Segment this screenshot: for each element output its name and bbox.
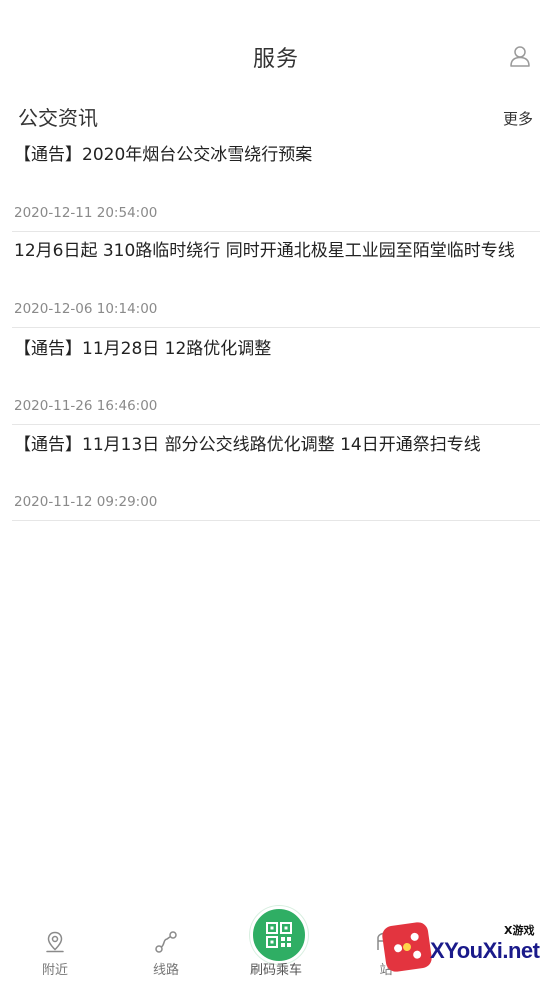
nav-label: 附近 xyxy=(41,963,68,978)
more-link[interactable]: 更多 xyxy=(503,108,533,129)
nav-item-routes[interactable]: 线路 xyxy=(126,930,206,978)
nav-item-nearby[interactable]: 附近 xyxy=(15,930,95,978)
app-header: 服务 xyxy=(0,0,552,100)
route-icon xyxy=(155,931,177,953)
qr-code-icon xyxy=(266,922,292,948)
news-item[interactable]: 【通告】2020年烟台公交冰雪绕行预案 2020-12-11 20:54:00 xyxy=(12,142,540,232)
page-title: 服务 xyxy=(252,47,299,72)
news-date: 2020-11-26 16:46:00 xyxy=(14,398,158,414)
news-date: 2020-11-12 09:29:00 xyxy=(14,494,158,510)
news-item[interactable]: 12月6日起 310路临时绕行 同时开通北极星工业园至陌堂临时专线 2020-1… xyxy=(12,238,540,328)
user-icon[interactable] xyxy=(508,44,532,68)
location-pin-icon xyxy=(46,931,64,953)
news-title: 【通告】2020年烟台公交冰雪绕行预案 xyxy=(14,145,313,165)
news-item[interactable]: 【通告】11月13日 部分公交线路优化调整 14日开通祭扫专线 2020-11-… xyxy=(12,432,540,521)
news-date: 2020-12-06 10:14:00 xyxy=(14,301,158,317)
scan-ride-button[interactable] xyxy=(250,906,308,964)
section-title: 公交资讯 xyxy=(18,106,98,130)
news-title: 【通告】11月13日 部分公交线路优化调整 14日开通祭扫专线 xyxy=(14,435,481,455)
gamepad-icon xyxy=(381,921,433,973)
watermark-small-text: X游戏 xyxy=(504,924,535,937)
nav-label: 线路 xyxy=(152,963,179,978)
nav-label-scan[interactable]: 刷码乘车 xyxy=(236,959,316,978)
news-title: 12月6日起 310路临时绕行 同时开通北极星工业园至陌堂临时专线 xyxy=(14,241,515,261)
news-title: 【通告】11月28日 12路优化调整 xyxy=(14,339,272,359)
news-item[interactable]: 【通告】11月28日 12路优化调整 2020-11-26 16:46:00 xyxy=(12,336,540,425)
watermark-brand: XYouXi.net xyxy=(430,938,540,963)
news-date: 2020-12-11 20:54:00 xyxy=(14,205,158,221)
watermark-logo: X游戏 XYouXi.net xyxy=(380,918,548,978)
